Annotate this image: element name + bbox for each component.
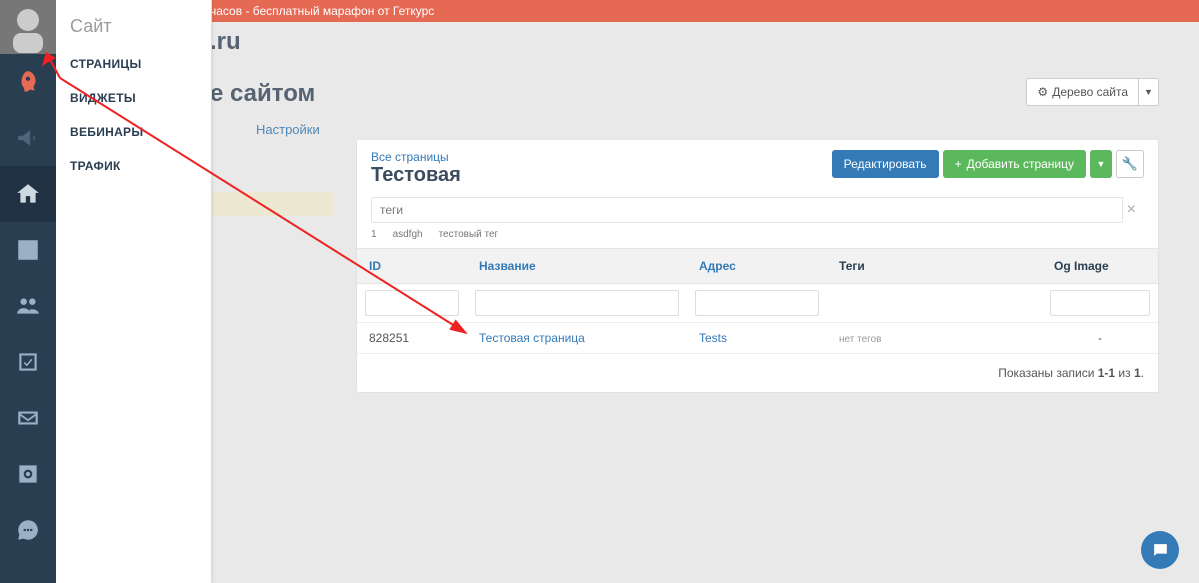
tags-clear-icon[interactable]: × [1127,201,1136,219]
submenu-item-widgets[interactable]: ВИДЖЕТЫ [56,81,211,115]
edit-button[interactable]: Редактировать [832,150,939,178]
tag-chip[interactable]: 1 [371,229,377,240]
pages-table: ID Название Адрес Теги Og Image 828251 Т… [357,248,1158,354]
cell-name-link[interactable]: Тестовая страница [479,331,585,345]
site-tree-button[interactable]: ⚙ Дерево сайта [1026,78,1139,106]
breadcrumb-all-pages[interactable]: Все страницы [371,150,461,164]
cell-no-tags: нет тегов [839,334,881,345]
iconbar [0,0,56,583]
add-page-label: Добавить страницу [967,157,1074,171]
col-name[interactable]: Название [467,249,687,284]
cell-id: 828251 [357,323,467,354]
col-og-image: Og Image [1042,249,1158,284]
brand-suffix: .ru [210,28,241,56]
records-count: Показаны записи 1-1 из 1. [357,354,1158,392]
table-row: 828251 Тестовая страница Tests нет тегов… [357,323,1158,354]
site-tree-label: Дерево сайта [1052,85,1128,99]
filter-id-input[interactable] [365,290,459,316]
nav-mail-icon[interactable] [0,390,56,446]
nav-chat-icon[interactable] [0,502,56,558]
site-tree-button-group: ⚙ Дерево сайта ▼ [1026,78,1159,106]
nav-rocket-icon[interactable] [0,54,56,110]
filter-og-input[interactable] [1050,290,1150,316]
col-address[interactable]: Адрес [687,249,827,284]
nav-chart-icon[interactable] [0,222,56,278]
submenu-item-webinars[interactable]: ВЕБИНАРЫ [56,115,211,149]
tab-settings[interactable]: Настройки [256,122,320,137]
nav-home-icon[interactable] [0,166,56,222]
site-tree-dropdown[interactable]: ▼ [1139,78,1159,106]
add-page-button[interactable]: + Добавить страницу [943,150,1086,178]
cell-og: - [1042,323,1158,354]
nav-settings-box-icon[interactable] [0,446,56,502]
chat-fab[interactable] [1141,531,1179,569]
pages-panel: Все страницы Тестовая Редактировать + Доб… [356,140,1159,393]
wrench-button[interactable]: 🔧 [1116,150,1144,178]
submenu-site: Сайт СТРАНИЦЫ ВИДЖЕТЫ ВЕБИНАРЫ ТРАФИК [56,0,212,583]
submenu-item-traffic[interactable]: ТРАФИК [56,149,211,183]
user-avatar[interactable] [0,0,56,54]
add-page-dropdown[interactable]: ▼ [1090,150,1112,178]
filter-name-input[interactable] [475,290,679,316]
tag-chip[interactable]: тестовый тег [439,229,499,240]
submenu-item-pages[interactable]: СТРАНИЦЫ [56,47,211,81]
tag-chip[interactable]: asdfgh [393,229,423,240]
nav-checkbox-icon[interactable] [0,334,56,390]
nav-megaphone-icon[interactable] [0,110,56,166]
submenu-title: Сайт [56,16,211,47]
col-id[interactable]: ID [357,249,467,284]
col-tags: Теги [827,249,1042,284]
page-title: е сайтом [210,80,315,108]
gear-icon: ⚙ [1037,85,1048,99]
nav-users-icon[interactable] [0,278,56,334]
plus-icon: + [955,157,962,171]
cell-address-link[interactable]: Tests [699,331,727,345]
filter-address-input[interactable] [695,290,819,316]
tags-input[interactable] [371,197,1123,223]
tag-suggestions: 1 asdfgh тестовый тег [371,229,1144,240]
panel-title: Тестовая [371,164,461,187]
